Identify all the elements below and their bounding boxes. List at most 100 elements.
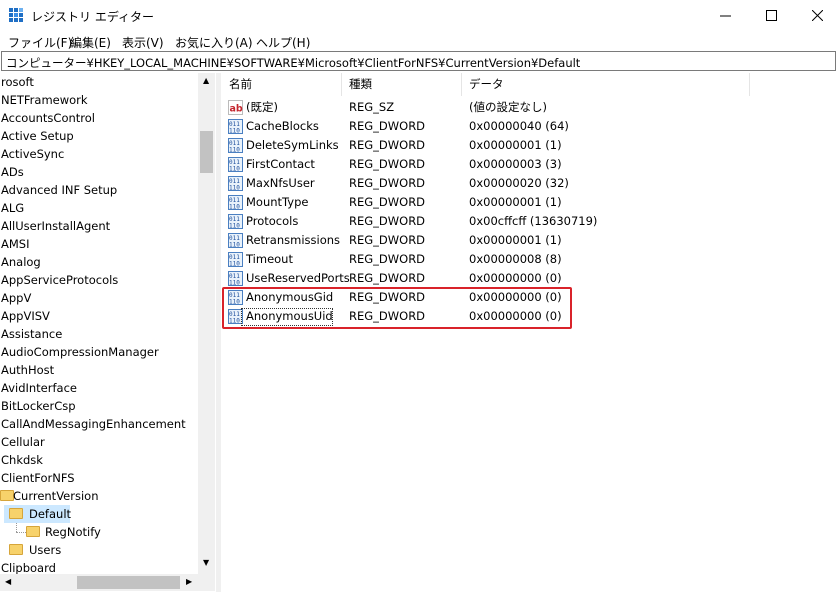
tree-item[interactable]: AudioCompressionManager (1, 343, 159, 361)
value-name: FirstContact (246, 157, 315, 171)
value-type: REG_SZ (349, 100, 395, 114)
svg-text:110: 110 (229, 242, 240, 249)
tree-item-currentversion[interactable]: CurrentVersion (13, 487, 98, 505)
scroll-down-icon[interactable]: ▼ (203, 559, 209, 567)
tree-item[interactable]: NETFramework (1, 91, 88, 109)
address-bar[interactable]: コンピューター¥HKEY_LOCAL_MACHINE¥SOFTWARE¥Micr… (1, 51, 836, 71)
tree-item[interactable]: AppServiceProtocols (1, 271, 118, 289)
pane-splitter[interactable] (216, 73, 221, 592)
tree-item[interactable]: AccountsControl (1, 109, 95, 127)
value-name: MaxNfsUser (246, 176, 315, 190)
values-list: 名前 種類 データ ab (既定) REG_SZ (値の設定なし) 011 11… (222, 73, 840, 592)
value-data: 0x00000003 (3) (469, 157, 562, 171)
tree-item[interactable]: Active Setup (1, 127, 74, 145)
value-row[interactable]: 011 110 Protocols REG_DWORD 0x00cffcff (… (222, 212, 840, 231)
value-row[interactable]: ab (既定) REG_SZ (値の設定なし) (222, 98, 840, 117)
value-type: REG_DWORD (349, 233, 426, 247)
close-button[interactable] (794, 0, 840, 31)
value-name: DeleteSymLinks (246, 138, 339, 152)
tree-item[interactable]: ADs (1, 163, 24, 181)
binary-value-icon: 011 110 (228, 176, 243, 191)
minimize-button[interactable] (702, 0, 748, 31)
maximize-button[interactable] (748, 0, 794, 31)
svg-text:110: 110 (229, 147, 240, 154)
value-row[interactable]: 011 110 MountType REG_DWORD 0x00000001 (… (222, 193, 840, 212)
value-data: 0x00000040 (64) (469, 119, 569, 133)
scroll-thumb-horizontal[interactable] (77, 576, 180, 589)
tree-item[interactable]: ActiveSync (1, 145, 64, 163)
value-data: 0x00000000 (0) (469, 271, 562, 285)
tree-item[interactable]: ALG (1, 199, 24, 217)
svg-text:110: 110 (229, 128, 240, 135)
tree-horizontal-scrollbar[interactable]: ◀ ▶ (0, 574, 215, 591)
tree-item[interactable]: AvidInterface (1, 379, 77, 397)
value-type: REG_DWORD (349, 252, 426, 266)
folder-open-icon (9, 508, 23, 519)
tree-item[interactable]: Cellular (1, 433, 45, 451)
tree-item[interactable]: AllUserInstallAgent (1, 217, 110, 235)
menu-help[interactable]: ヘルプ(H) (256, 34, 310, 51)
address-path: コンピューター¥HKEY_LOCAL_MACHINE¥SOFTWARE¥Micr… (6, 56, 581, 70)
value-name: Timeout (246, 252, 293, 266)
tree-item[interactable]: Assistance (1, 325, 62, 343)
value-name: MountType (246, 195, 309, 209)
value-data: 0x00000001 (1) (469, 138, 562, 152)
value-type: REG_DWORD (349, 214, 426, 228)
tree-item-default[interactable]: Default (29, 505, 71, 523)
tree-item[interactable]: ClientForNFS (1, 469, 75, 487)
binary-value-icon: 011 110 (228, 214, 243, 229)
svg-text:110: 110 (229, 204, 240, 211)
value-type: REG_DWORD (349, 157, 426, 171)
value-data: (値の設定なし) (469, 100, 547, 114)
menu-favorites[interactable]: お気に入り(A) (175, 34, 253, 51)
tree-item-users[interactable]: Users (29, 541, 61, 559)
value-row[interactable]: 011 110 Timeout REG_DWORD 0x00000008 (8) (222, 250, 840, 269)
tree-item[interactable]: BitLockerCsp (1, 397, 76, 415)
menu-file[interactable]: ファイル(F) (8, 34, 72, 51)
binary-value-icon: 011 110 (228, 233, 243, 248)
scroll-left-icon[interactable]: ◀ (5, 578, 11, 586)
binary-value-icon: 011 110 (228, 157, 243, 172)
value-name: CacheBlocks (246, 119, 319, 133)
value-row[interactable]: 011 110 FirstContact REG_DWORD 0x0000000… (222, 155, 840, 174)
column-header-name[interactable]: 名前 (222, 73, 342, 96)
scroll-thumb[interactable] (200, 131, 213, 173)
value-row[interactable]: 011 110 DeleteSymLinks REG_DWORD 0x00000… (222, 136, 840, 155)
tree-vertical-scrollbar[interactable]: ▲ ▼ (198, 73, 215, 576)
folder-icon (9, 544, 23, 555)
tree-item-regnotify[interactable]: RegNotify (45, 523, 101, 541)
svg-text:110: 110 (229, 185, 240, 192)
tree-item[interactable]: AppVISV (1, 307, 50, 325)
scroll-right-icon[interactable]: ▶ (186, 578, 192, 586)
tree-item[interactable]: AMSI (1, 235, 29, 253)
regedit-app-icon (9, 8, 23, 22)
column-header-data[interactable]: データ (462, 73, 750, 96)
tree-connector (16, 523, 17, 532)
value-name: (既定) (246, 100, 278, 114)
tree-connector (16, 532, 26, 533)
title-bar: レジストリ エディター (0, 0, 840, 31)
value-data: 0x00000020 (32) (469, 176, 569, 190)
column-header-type[interactable]: 種類 (342, 73, 462, 96)
tree-item[interactable]: AppV (1, 289, 31, 307)
tree-item[interactable]: AuthHost (1, 361, 54, 379)
registry-tree: rosoft NETFramework AccountsControl Acti… (0, 73, 214, 592)
binary-value-icon: 011 110 (228, 195, 243, 210)
binary-value-icon: 011 110 (228, 138, 243, 153)
string-value-icon: ab (228, 100, 243, 115)
svg-text:110: 110 (229, 223, 240, 230)
tree-item[interactable]: CallAndMessagingEnhancement (1, 415, 186, 433)
menu-edit[interactable]: 編集(E) (70, 34, 111, 51)
value-row[interactable]: 011 110 CacheBlocks REG_DWORD 0x00000040… (222, 117, 840, 136)
value-type: REG_DWORD (349, 119, 426, 133)
tree-item[interactable]: Advanced INF Setup (1, 181, 117, 199)
tree-item[interactable]: rosoft (1, 73, 34, 91)
value-row[interactable]: 011 110 MaxNfsUser REG_DWORD 0x00000020 … (222, 174, 840, 193)
value-type: REG_DWORD (349, 176, 426, 190)
tree-item[interactable]: Chkdsk (1, 451, 43, 469)
tree-item[interactable]: Analog (1, 253, 41, 271)
value-row[interactable]: 011 110 Retransmissions REG_DWORD 0x0000… (222, 231, 840, 250)
menu-view[interactable]: 表示(V) (122, 34, 164, 51)
value-row[interactable]: 011 110 UseReservedPorts REG_DWORD 0x000… (222, 269, 840, 288)
scroll-up-icon[interactable]: ▲ (203, 77, 209, 85)
